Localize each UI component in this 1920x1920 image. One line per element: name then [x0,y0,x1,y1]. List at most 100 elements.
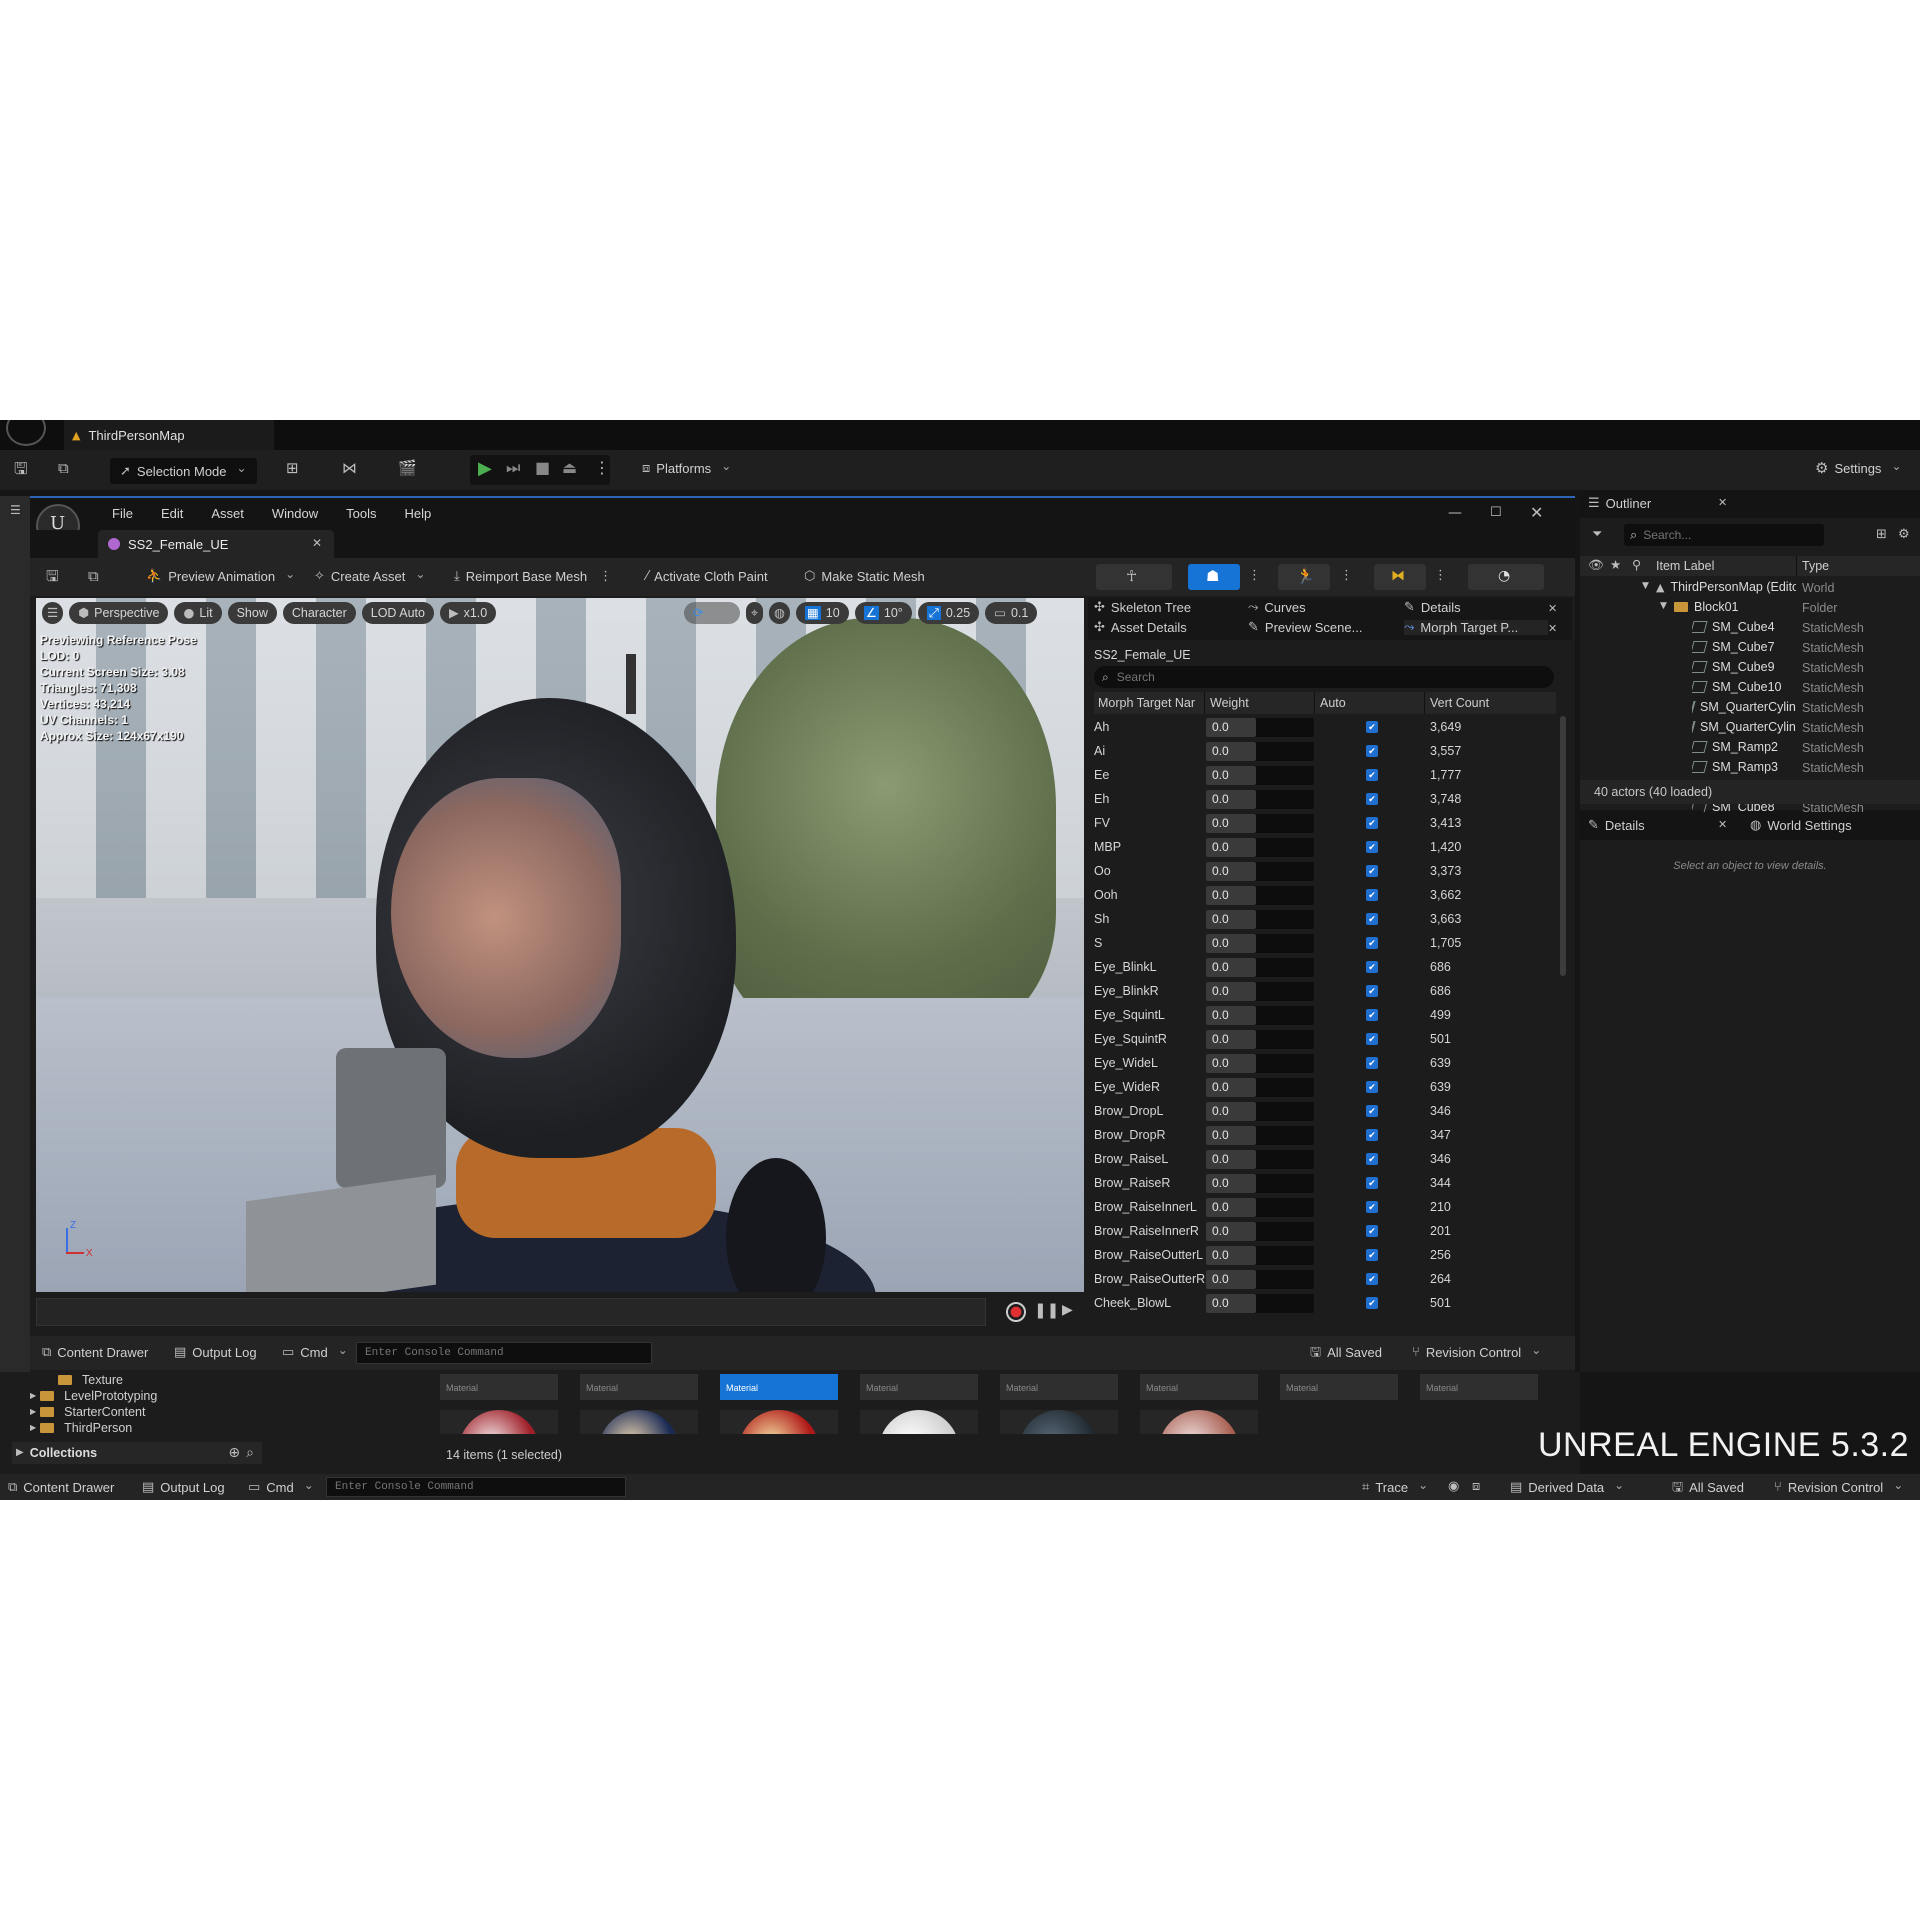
morph-target-row[interactable]: Cheek_BlowL 0.0 ✔ 501 [1094,1292,1539,1316]
transform-tools[interactable]: ⟳ [684,602,740,624]
tab-morph-target[interactable]: ⤳ Morph Target P... [1404,620,1549,635]
save-asset-icon[interactable]: 🖫 [46,569,59,584]
browse-icon[interactable]: ⧉ [58,461,69,476]
material-tile-label[interactable]: Material [1000,1374,1118,1400]
reimport-more-icon[interactable]: ⋮ [599,570,612,583]
morph-target-row[interactable]: Ai 0.0 ✔ 3,557 [1094,740,1539,764]
perspective-button[interactable]: ⬢ Perspective [69,602,169,624]
morph-target-row[interactable]: Eye_SquintL 0.0 ✔ 499 [1094,1004,1539,1028]
weight-slider[interactable]: 0.0 [1206,1198,1314,1217]
tab-world-details[interactable]: ✎ Details [1588,818,1645,833]
folder-tree-item[interactable]: ▶ LevelPrototyping [30,1388,157,1404]
material-tile-label[interactable]: Material [720,1374,838,1400]
step-forward-icon[interactable]: ▶ [1062,1303,1073,1317]
grid-snap-button[interactable]: ▦ 10 [795,602,849,624]
chevron-down-icon[interactable]: ▼ [1642,582,1649,591]
more-icon[interactable]: ⋮ [594,460,610,476]
weight-slider[interactable]: 0.0 [1206,838,1314,857]
main-all-saved-button[interactable]: 🖫 All Saved [1672,1480,1744,1495]
morph-target-row[interactable]: Brow_DropL 0.0 ✔ 346 [1094,1100,1539,1124]
physics-mode-button[interactable]: ◔ [1468,564,1544,590]
morph-target-row[interactable]: S 0.0 ✔ 1,705 [1094,932,1539,956]
morph-search-box[interactable]: ⌕ [1094,666,1554,688]
outliner-row[interactable]: SM_Ramp3 StaticMesh [1580,758,1915,778]
auto-checkbox[interactable]: ✔ [1366,1153,1378,1165]
menu-asset[interactable]: Asset [197,498,258,530]
morph-target-row[interactable]: Brow_RaiseOutterR 0.0 ✔ 264 [1094,1268,1539,1292]
pin-icon[interactable]: ⚲ [1632,558,1641,572]
weight-slider[interactable]: 0.0 [1206,1006,1314,1025]
material-thumbnail[interactable] [440,1410,558,1434]
outliner-row[interactable]: ▼ ▲ ThirdPersonMap (Edito World [1580,578,1915,598]
add-folder-icon[interactable]: ⊞ [1876,528,1887,541]
platforms-button[interactable]: ⧈ Platforms [642,461,731,476]
console-input[interactable] [356,1342,652,1364]
material-thumbnail[interactable] [580,1410,698,1434]
outliner-row[interactable]: SM_Cube9 StaticMesh [1580,658,1915,678]
asset-tab[interactable]: SS2_Female_UE ✕ [98,530,334,558]
col-morph-name[interactable]: Morph Target Nar [1098,696,1195,710]
auto-checkbox[interactable]: ✔ [1366,721,1378,733]
weight-slider[interactable]: 0.0 [1206,1270,1314,1289]
animation-mode-more-icon[interactable]: ⋮ [1340,569,1353,582]
auto-checkbox[interactable]: ✔ [1366,913,1378,925]
cinematics-icon[interactable]: 🎬 [398,461,417,476]
morph-target-row[interactable]: Eye_BlinkR 0.0 ✔ 686 [1094,980,1539,1004]
stop-icon[interactable]: ■ [535,460,550,476]
favorite-icon[interactable]: ★ [1610,558,1621,572]
auto-checkbox[interactable]: ✔ [1366,769,1378,781]
mesh-mode-more-icon[interactable]: ⋮ [1248,569,1261,582]
auto-checkbox[interactable]: ✔ [1366,889,1378,901]
lit-button[interactable]: ● Lit [174,602,222,624]
auto-checkbox[interactable]: ✔ [1366,865,1378,877]
browse-asset-icon[interactable]: ⧉ [88,569,99,584]
auto-checkbox[interactable]: ✔ [1366,1105,1378,1117]
auto-checkbox[interactable]: ✔ [1366,1177,1378,1189]
morph-target-row[interactable]: Ah 0.0 ✔ 3,649 [1094,716,1539,740]
main-content-drawer-button[interactable]: ⧉ Content Drawer [8,1480,114,1495]
content-drawer-button[interactable]: ⧉ Content Drawer [42,1345,148,1360]
material-tile-label[interactable]: Material [440,1374,558,1400]
weight-slider[interactable]: 0.0 [1206,1126,1314,1145]
tab-preview-scene[interactable]: ✎ Preview Scene... [1248,620,1362,635]
outliner-row[interactable]: SM_Ramp2 StaticMesh [1580,738,1915,758]
snapshot-icon[interactable]: ⧈ [1472,1480,1480,1493]
weight-slider[interactable]: 0.0 [1206,1102,1314,1121]
outliner-row[interactable]: SM_Cube10 StaticMesh [1580,678,1915,698]
trace-button[interactable]: ⌗ Trace [1362,1480,1428,1495]
weight-slider[interactable]: 0.0 [1206,1222,1314,1241]
preview-animation-button[interactable]: ⛹ Preview Animation [146,569,295,584]
main-revision-control-button[interactable]: ⑂ Revision Control [1774,1480,1903,1495]
close-details-tab-icon[interactable]: ✕ [1548,603,1557,614]
add-collection-icon[interactable]: ⊕ [228,1446,240,1460]
auto-checkbox[interactable]: ✔ [1366,1057,1378,1069]
weight-slider[interactable]: 0.0 [1206,1054,1314,1073]
morph-target-row[interactable]: Brow_RaiseInnerL 0.0 ✔ 210 [1094,1196,1539,1220]
tab-asset-details[interactable]: ✣ Asset Details [1094,620,1187,635]
viewport-menu-button[interactable]: ☰ [42,602,64,624]
folder-tree-item[interactable]: ▶ ThirdPerson [30,1420,132,1436]
material-tile-label[interactable]: Material [580,1374,698,1400]
weight-slider[interactable]: 0.0 [1206,742,1314,761]
morph-target-row[interactable]: Sh 0.0 ✔ 3,663 [1094,908,1539,932]
close-window-icon[interactable]: ✕ [1530,505,1543,521]
morph-search-input[interactable] [1116,670,1517,684]
weight-slider[interactable]: 0.0 [1206,1150,1314,1169]
main-cmd-button[interactable]: ▭ Cmd [248,1480,314,1495]
morph-target-row[interactable]: Brow_DropR 0.0 ✔ 347 [1094,1124,1539,1148]
settings-button[interactable]: ⚙ Settings [1815,461,1902,477]
minimize-icon[interactable]: — [1448,506,1462,520]
auto-checkbox[interactable]: ✔ [1366,841,1378,853]
material-thumbnail[interactable] [860,1410,978,1434]
material-tile-label[interactable]: Material [1420,1374,1538,1400]
tab-curves[interactable]: ⤳ Curves [1248,600,1306,615]
show-button[interactable]: Show [227,602,277,624]
morph-target-row[interactable]: FV 0.0 ✔ 3,413 [1094,812,1539,836]
col-vert-count[interactable]: Vert Count [1430,696,1489,710]
blueprint-mode-more-icon[interactable]: ⋮ [1434,569,1447,582]
weight-slider[interactable]: 0.0 [1206,766,1314,785]
menu-edit[interactable]: Edit [147,498,197,530]
morph-target-row[interactable]: Eye_WideL 0.0 ✔ 639 [1094,1052,1539,1076]
static-mesh-button[interactable]: ⬡ Make Static Mesh [804,569,925,584]
outliner-settings-icon[interactable]: ⚙ [1898,528,1910,541]
